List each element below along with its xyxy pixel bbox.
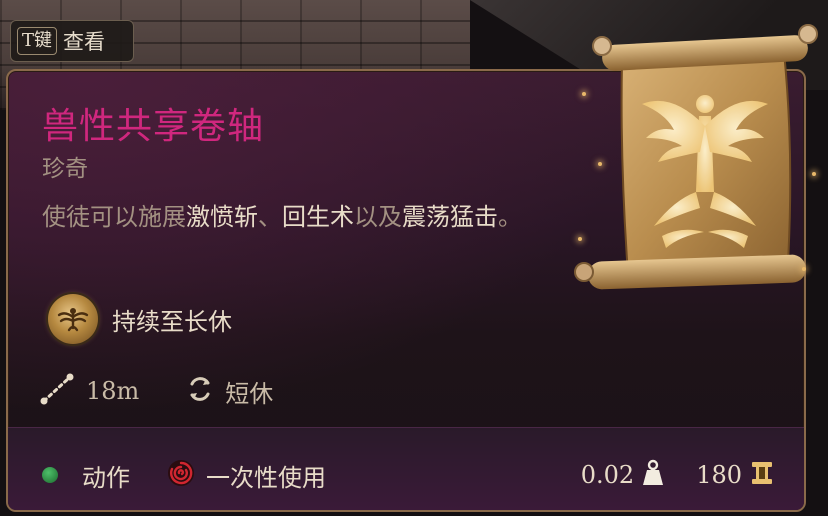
hotkey-label: 查看 — [63, 30, 106, 54]
gold-value: 180 — [696, 461, 742, 489]
spell-link-1[interactable]: 激愤斩 — [186, 203, 258, 231]
scroll-illustration — [562, 22, 828, 322]
usage-text: 一次性使用 — [206, 463, 326, 492]
stats-row: 18m 短休 — [38, 369, 273, 413]
desc-text-2: 以及 — [354, 203, 402, 231]
desc-text: 使徒可以施展 — [42, 203, 186, 231]
range-dotted-line-icon — [38, 370, 76, 412]
weight-icon — [642, 459, 664, 491]
gold-coin-icon — [750, 459, 774, 491]
item-rarity: 珍奇 — [42, 156, 88, 182]
range-value: 18m — [86, 377, 140, 405]
spell-link-2[interactable]: 回生术 — [282, 203, 354, 231]
desc-sep: 、 — [258, 203, 282, 231]
weight-value: 0.02 — [580, 461, 635, 489]
spell-link-3[interactable]: 震荡猛击 — [402, 203, 498, 231]
action-dot-icon — [42, 467, 58, 483]
hotkey-hint[interactable]: T键 查看 — [10, 20, 134, 62]
single-use-swirl-icon — [166, 458, 196, 492]
action-type: 动作 — [82, 463, 130, 492]
rest-cycle-icon — [185, 374, 215, 408]
weight-value-row: 0.02 180 — [581, 453, 774, 497]
item-name: 兽性共享卷轴 — [42, 106, 265, 147]
duration-text: 持续至长休 — [112, 307, 232, 336]
recharge-value: 短休 — [225, 379, 274, 408]
hotkey-key: T键 — [17, 27, 58, 55]
duration-row: 持续至长休 — [48, 293, 232, 345]
action-row: 动作 一次性使用 — [42, 453, 326, 497]
desc-end: 。 — [498, 203, 522, 231]
item-description: 使徒可以施展激愤斩、回生术以及震荡猛击。 — [42, 199, 562, 236]
winged-figure-medallion-icon — [48, 294, 98, 344]
